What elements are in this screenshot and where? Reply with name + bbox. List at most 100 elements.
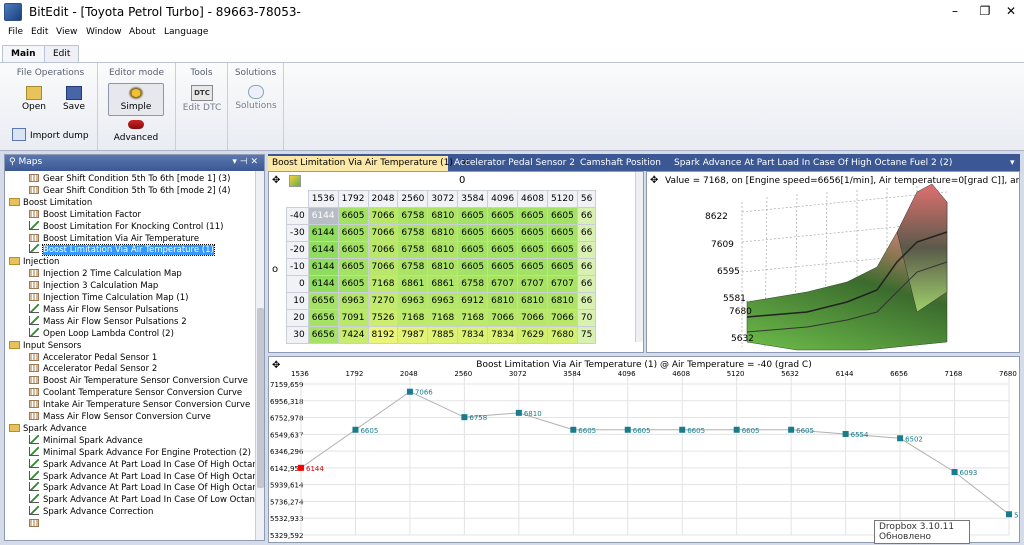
menu-edit[interactable]: Edit: [31, 27, 48, 37]
restore-button[interactable]: ❐: [974, 3, 996, 19]
grid-cell[interactable]: 6912: [457, 292, 489, 310]
grid-cell[interactable]: 6810: [427, 224, 459, 242]
grid-cell[interactable]: 7066: [367, 207, 399, 225]
grid-cell[interactable]: 6810: [517, 292, 548, 310]
grid-cell[interactable]: 6963: [337, 292, 369, 310]
grid-cell[interactable]: 6605: [487, 224, 519, 242]
tree-item[interactable]: Gear Shift Condition 5th To 6th [mode 2]…: [29, 185, 230, 197]
save-button[interactable]: Save: [58, 86, 90, 112]
maps-scrollbar[interactable]: [255, 171, 264, 540]
grid-cell[interactable]: 6605: [517, 207, 548, 225]
grid-cell[interactable]: 7066: [367, 224, 399, 242]
data-point[interactable]: [461, 414, 468, 421]
tree-item[interactable]: Boost Limitation Factor: [29, 209, 141, 221]
minimize-button[interactable]: –: [944, 3, 966, 19]
tree-item[interactable]: Mass Air Flow Sensor Pulsations 2: [29, 315, 187, 328]
tab-main[interactable]: Main: [2, 45, 45, 62]
grid-cell[interactable]: 6656: [307, 292, 339, 310]
data-point[interactable]: [352, 426, 359, 433]
grid-cell[interactable]: 66: [576, 275, 597, 293]
advanced-mode-button[interactable]: Advanced: [108, 120, 164, 143]
grid-cell[interactable]: 6605: [337, 258, 369, 276]
grid-cell[interactable]: 6144: [307, 275, 339, 293]
tree-folder[interactable]: Boost Limitation: [9, 197, 92, 209]
data-point[interactable]: [733, 426, 740, 433]
tab-spark-advance[interactable]: Spark Advance At Part Load In Case Of Hi…: [670, 156, 956, 171]
tree-item[interactable]: Minimal Spark Advance: [29, 434, 143, 447]
grid-cell[interactable]: 6861: [397, 275, 429, 293]
grid-cell[interactable]: 6605: [457, 258, 489, 276]
grid-cell[interactable]: 6605: [546, 224, 578, 242]
grid-cell[interactable]: 66: [576, 207, 597, 225]
edit-dtc-button[interactable]: DTC Edit DTC: [178, 85, 226, 113]
simple-mode-button[interactable]: Simple: [108, 83, 164, 116]
grid-cell[interactable]: 6144: [307, 258, 339, 276]
tree-folder[interactable]: Input Sensors: [9, 340, 81, 352]
grid-cell[interactable]: 7066: [367, 241, 399, 259]
tree-item[interactable]: Mass Air Flow Sensor Pulsations: [29, 303, 179, 316]
grid-cell[interactable]: 7526: [367, 309, 399, 327]
grid-cell[interactable]: 7066: [546, 309, 578, 327]
grid-cell[interactable]: 7168: [427, 309, 459, 327]
grid-cell[interactable]: 6605: [487, 207, 519, 225]
grid-cell[interactable]: 6605: [337, 241, 369, 259]
tree-item[interactable]: Open Loop Lambda Control (2): [29, 327, 174, 340]
grid-cell[interactable]: 6144: [307, 224, 339, 242]
grid-cell[interactable]: 66: [576, 292, 597, 310]
tree-item[interactable]: Injection 2 Time Calculation Map: [29, 268, 182, 280]
menu-language[interactable]: Language: [164, 27, 208, 37]
grid-cell[interactable]: 6707: [517, 275, 548, 293]
line-chart[interactable]: 7159,659 6956,318 6752,978 6549,637 6346,296…: [269, 357, 1020, 543]
grid-cell[interactable]: 6861: [427, 275, 459, 293]
grid-cell[interactable]: 6656: [307, 309, 339, 327]
data-point[interactable]: [679, 426, 686, 433]
grid-cell[interactable]: 6605: [487, 241, 519, 259]
grid-cell[interactable]: 6758: [397, 241, 429, 259]
grid-cell[interactable]: 6605: [517, 258, 548, 276]
grid-cell[interactable]: 6810: [427, 258, 459, 276]
tree-item[interactable]: Spark Advance Correction: [29, 506, 153, 518]
tab-boost-limitation[interactable]: Boost Limitation Via Air Temperature (1)…: [268, 156, 469, 171]
tabs-menu-chevron[interactable]: ▾: [1006, 156, 1019, 171]
grid-cell[interactable]: 66: [576, 258, 597, 276]
grid-cell[interactable]: 7834: [457, 326, 489, 344]
grid-cell[interactable]: 6605: [457, 224, 489, 242]
tree-item[interactable]: Gear Shift Condition 5th To 6th [mode 1]…: [29, 173, 230, 185]
data-point[interactable]: [897, 435, 904, 442]
data-point[interactable]: [842, 430, 849, 437]
grid-cell[interactable]: 6605: [517, 224, 548, 242]
menu-file[interactable]: File: [8, 27, 23, 37]
menu-about[interactable]: About: [129, 27, 156, 37]
grid-cell[interactable]: 66: [576, 224, 597, 242]
grid-cell[interactable]: 6707: [487, 275, 519, 293]
grid-cell[interactable]: 7834: [487, 326, 519, 344]
3d-surface-plot[interactable]: [647, 172, 1020, 353]
close-button[interactable]: ✕: [1000, 3, 1022, 19]
tab-edit[interactable]: Edit: [44, 45, 80, 62]
grid-cell[interactable]: 6605: [457, 241, 489, 259]
data-point[interactable]: [515, 409, 522, 416]
menu-view[interactable]: View: [56, 27, 77, 37]
tab-camshaft-position[interactable]: Camshaft Position: [576, 156, 665, 171]
tree-item[interactable]: Injection 3 Calculation Map: [29, 280, 158, 292]
grid-cell[interactable]: 6758: [397, 224, 429, 242]
grid-cell[interactable]: 6707: [546, 275, 578, 293]
scroll-thumb[interactable]: [257, 308, 264, 488]
panel-pin-controls[interactable]: ▾ ⊣ ✕: [232, 157, 258, 167]
grid-cell[interactable]: 6605: [546, 207, 578, 225]
grid-cell[interactable]: 6605: [337, 207, 369, 225]
tree-item[interactable]: Coolant Temperature Sensor Conversion Cu…: [29, 387, 242, 399]
color-palette-icon[interactable]: [289, 175, 301, 187]
grid-cell[interactable]: 6605: [457, 207, 489, 225]
grid-cell[interactable]: 6605: [546, 241, 578, 259]
grid-cell[interactable]: 7066: [367, 258, 399, 276]
tree-item[interactable]: Accelerator Pedal Sensor 1: [29, 352, 157, 364]
move-icon[interactable]: ✥: [272, 175, 280, 186]
grid-cell[interactable]: 7168: [367, 275, 399, 293]
grid-cell[interactable]: 6963: [397, 292, 429, 310]
grid-cell[interactable]: 6656: [307, 326, 339, 344]
tree-item[interactable]: Spark Advance At Part Load In Case Of Lo…: [29, 494, 255, 506]
grid-cell[interactable]: 7424: [337, 326, 369, 344]
menu-window[interactable]: Window: [86, 27, 122, 37]
grid-cell[interactable]: 6810: [427, 207, 459, 225]
